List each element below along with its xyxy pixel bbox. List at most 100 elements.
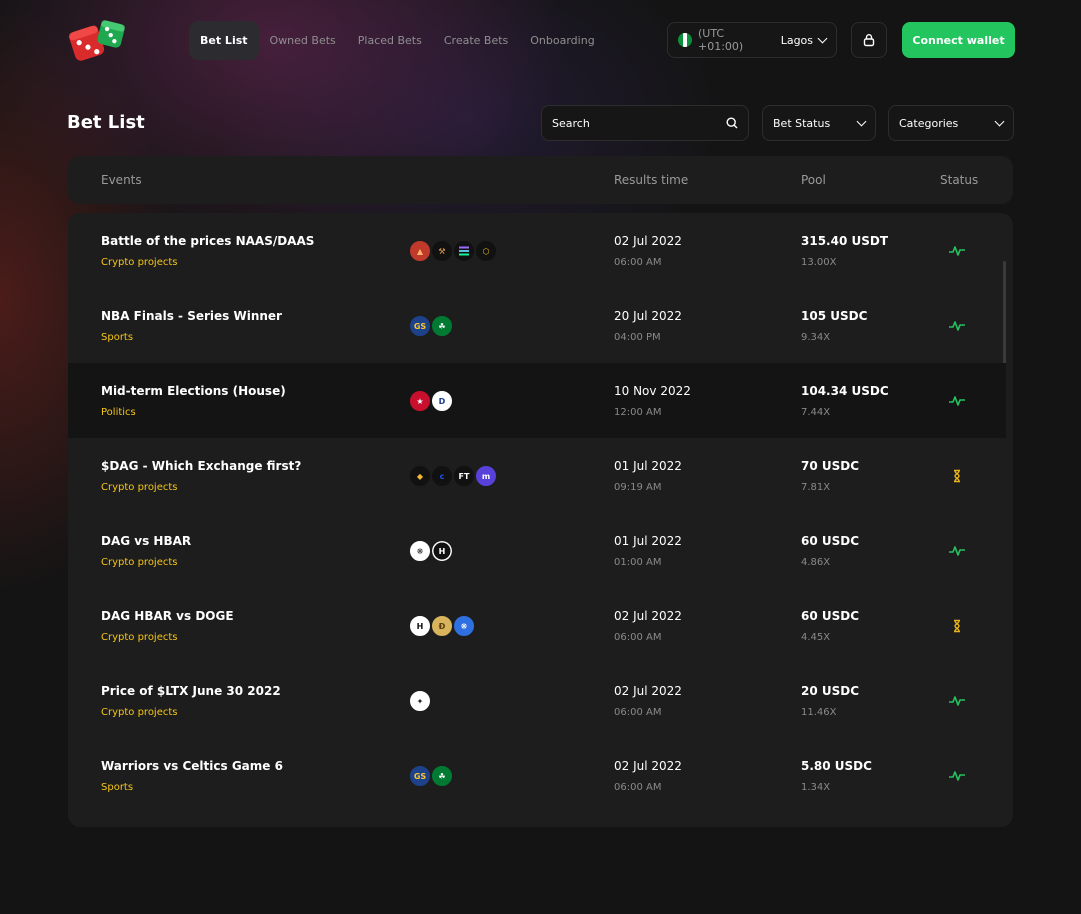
- column-results-time: Results time: [614, 173, 689, 187]
- doge-icon: Đ: [430, 614, 454, 638]
- page-title: Bet List: [67, 112, 145, 133]
- coinbase-logo-icon: c: [430, 464, 454, 488]
- timezone-select[interactable]: (UTC +01:00) Lagos: [667, 22, 837, 58]
- nav-create-bets[interactable]: Create Bets: [433, 21, 519, 60]
- result-date: 10 Nov 2022: [614, 384, 691, 398]
- event-icons: ❋ H: [408, 539, 454, 563]
- pulse-icon: [949, 321, 965, 331]
- lock-button[interactable]: [851, 22, 887, 58]
- column-pool: Pool: [801, 173, 826, 187]
- event-icons: GS ☘: [408, 314, 454, 338]
- result-date: 02 Jul 2022: [614, 759, 682, 773]
- timezone-city: Lagos: [780, 33, 814, 47]
- result-date: 02 Jul 2022: [614, 234, 682, 248]
- event-category: Sports: [101, 782, 134, 793]
- event-category: Crypto projects: [101, 632, 178, 643]
- result-date: 02 Jul 2022: [614, 609, 682, 623]
- pool-amount: 60 USDC: [801, 534, 860, 548]
- pool-amount: 20 USDC: [801, 684, 860, 698]
- app: Bet List Owned Bets Placed Bets Create B…: [0, 0, 1081, 914]
- event-category: Crypto projects: [101, 482, 178, 493]
- table-row[interactable]: DAG HBAR vs DOGE Crypto projects H Đ ❋ 0…: [68, 588, 1006, 663]
- main-nav: Bet List Owned Bets Placed Bets Create B…: [189, 21, 606, 60]
- pool-amount: 105 USDC: [801, 309, 868, 323]
- pulse-icon: [949, 546, 965, 556]
- connect-wallet-button[interactable]: Connect wallet: [902, 22, 1015, 58]
- event-title: DAG HBAR vs DOGE: [101, 609, 234, 623]
- pool-multiplier: 9.34X: [801, 332, 831, 343]
- republican-logo-icon: ★: [408, 389, 432, 413]
- result-time: 04:00 PM: [614, 332, 661, 343]
- nigeria-flag-icon: [678, 33, 692, 47]
- event-title: NBA Finals - Series Winner: [101, 309, 282, 323]
- solana-icon: [452, 239, 476, 263]
- pool-multiplier: 7.81X: [801, 482, 831, 493]
- event-icons: ★ D: [408, 389, 454, 413]
- hourglass-icon: [954, 619, 960, 633]
- hbar-icon: H: [408, 614, 432, 638]
- table-row[interactable]: Warriors vs Celtics Game 6 Sports GS ☘ 0…: [68, 738, 1006, 813]
- event-category: Crypto projects: [101, 257, 178, 268]
- event-title: Mid-term Elections (House): [101, 384, 286, 398]
- event-icons: ✦: [408, 689, 432, 713]
- pool-multiplier: 13.00X: [801, 257, 837, 268]
- fire-coin-icon: ▲: [408, 239, 432, 263]
- bet-table: Battle of the prices NAAS/DAAS Crypto pr…: [68, 213, 1013, 827]
- categories-dropdown[interactable]: Categories: [888, 105, 1014, 141]
- result-date: 20 Jul 2022: [614, 309, 682, 323]
- pool-multiplier: 1.34X: [801, 782, 831, 793]
- pool-amount: 70 USDC: [801, 459, 860, 473]
- result-time: 12:00 AM: [614, 407, 662, 418]
- ftx-logo-icon: FT: [452, 464, 476, 488]
- hbar-icon: H: [430, 539, 454, 563]
- nav-onboarding[interactable]: Onboarding: [519, 21, 605, 60]
- nav-owned-bets[interactable]: Owned Bets: [259, 21, 347, 60]
- table-row[interactable]: Battle of the prices NAAS/DAAS Crypto pr…: [68, 213, 1006, 288]
- pulse-icon: [949, 771, 965, 781]
- table-row[interactable]: DAG vs HBAR Crypto projects ❋ H 01 Jul 2…: [68, 513, 1006, 588]
- chevron-down-icon: [817, 33, 828, 43]
- bancor-icon: ⬡: [474, 239, 498, 263]
- column-status: Status: [940, 173, 979, 187]
- event-category: Crypto projects: [101, 557, 178, 568]
- result-time: 01:00 AM: [614, 557, 662, 568]
- event-title: Price of $LTX June 30 2022: [101, 684, 281, 698]
- pulse-icon: [949, 246, 965, 256]
- warriors-logo-icon: GS: [408, 764, 432, 788]
- table-header: Events Results time Pool Status: [68, 156, 1013, 204]
- pool-amount: 60 USDC: [801, 609, 860, 623]
- event-category: Sports: [101, 332, 134, 343]
- nav-bet-list[interactable]: Bet List: [189, 21, 259, 60]
- chevron-down-icon: [994, 116, 1005, 126]
- event-icons: ◆ c FT m: [408, 464, 498, 488]
- column-events: Events: [101, 173, 142, 187]
- pool-amount: 104.34 USDC: [801, 384, 889, 398]
- table-row[interactable]: Price of $LTX June 30 2022 Crypto projec…: [68, 663, 1006, 738]
- event-icons: GS ☘: [408, 764, 454, 788]
- result-date: 01 Jul 2022: [614, 534, 682, 548]
- hourglass-icon: [954, 469, 960, 483]
- table-row[interactable]: Mid-term Elections (House) Politics ★ D …: [68, 363, 1006, 438]
- lattice-ltx-icon: ✦: [408, 689, 432, 713]
- result-time: 06:00 AM: [614, 632, 662, 643]
- nav-placed-bets[interactable]: Placed Bets: [347, 21, 433, 60]
- result-time: 09:19 AM: [614, 482, 662, 493]
- pool-multiplier: 4.86X: [801, 557, 831, 568]
- timezone-offset: (UTC +01:00): [698, 27, 744, 53]
- event-title: $DAG - Which Exchange first?: [101, 459, 302, 473]
- result-date: 02 Jul 2022: [614, 684, 682, 698]
- kraken-logo-icon: m: [474, 464, 498, 488]
- pool-multiplier: 7.44X: [801, 407, 831, 418]
- search-input[interactable]: Search: [541, 105, 749, 141]
- event-title: DAG vs HBAR: [101, 534, 192, 548]
- bet-status-dropdown[interactable]: Bet Status: [762, 105, 876, 141]
- pulse-icon: [949, 396, 965, 406]
- lock-icon: [863, 34, 875, 47]
- pool-multiplier: 4.45X: [801, 632, 831, 643]
- dice-logo-icon[interactable]: [66, 18, 128, 62]
- table-row[interactable]: NBA Finals - Series Winner Sports GS ☘ 2…: [68, 288, 1006, 363]
- event-category: Politics: [101, 407, 136, 418]
- table-row[interactable]: $DAG - Which Exchange first? Crypto proj…: [68, 438, 1006, 513]
- pool-amount: 315.40 USDT: [801, 234, 889, 248]
- result-time: 06:00 AM: [614, 782, 662, 793]
